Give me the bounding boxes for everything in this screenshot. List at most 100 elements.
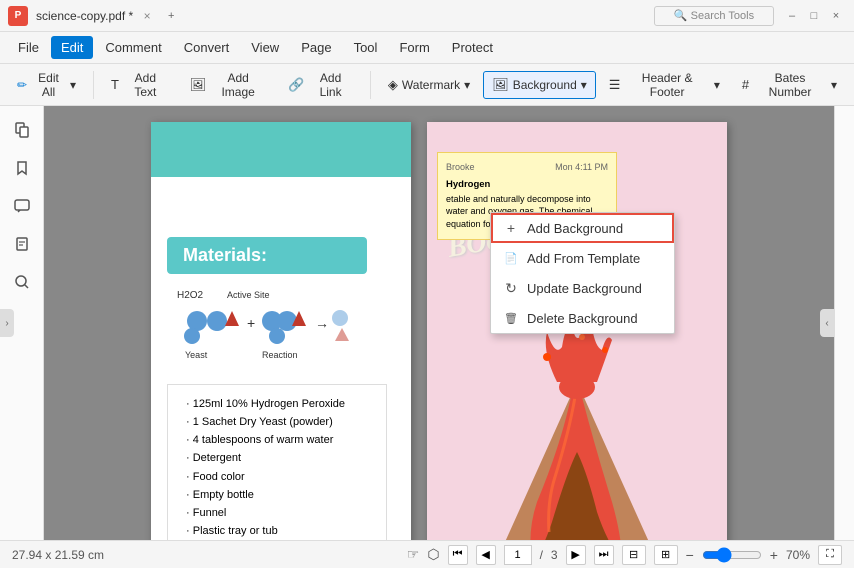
left-sidebar: › bbox=[0, 106, 44, 540]
divider-2 bbox=[370, 71, 371, 99]
svg-text:H2O2: H2O2 bbox=[177, 290, 204, 301]
edit-all-button[interactable]: ✏ Edit All ▾ bbox=[8, 65, 85, 105]
edit-icon: ✏ bbox=[17, 78, 27, 92]
header-icon: ☰ bbox=[609, 77, 621, 93]
yeast-diagram: H2O2 Active Site + bbox=[167, 286, 347, 376]
edit-all-label: Edit All bbox=[31, 71, 66, 99]
menu-form[interactable]: Form bbox=[389, 36, 439, 59]
add-background-icon: + bbox=[503, 220, 519, 236]
right-sidebar bbox=[834, 106, 854, 540]
comment-time: Mon 4:11 PM bbox=[555, 161, 608, 174]
comment-label: Hydrogen bbox=[446, 179, 490, 190]
image-icon: 🖼 bbox=[190, 77, 207, 93]
sidebar-item-bookmark[interactable] bbox=[6, 152, 38, 184]
bates-icon: # bbox=[742, 77, 749, 92]
add-link-button[interactable]: 🔗 Add Link bbox=[279, 65, 362, 105]
update-background-item[interactable]: ↻ Update Background bbox=[491, 273, 674, 303]
toolbar: ✏ Edit All ▾ T Add Text 🖼 Add Image 🔗 Ad… bbox=[0, 64, 854, 106]
last-page-button[interactable]: ⏭ bbox=[594, 545, 614, 565]
template-icon: 📄 bbox=[503, 250, 519, 266]
svg-text:→: → bbox=[315, 315, 329, 331]
zoom-in-button[interactable]: + bbox=[770, 547, 778, 563]
comment-header: Brooke Mon 4:11 PM bbox=[446, 161, 608, 174]
fit-page-button[interactable]: ⊟ bbox=[622, 545, 646, 565]
add-from-template-item[interactable]: 📄 Add From Template bbox=[491, 243, 674, 273]
menu-page[interactable]: Page bbox=[291, 36, 341, 59]
add-image-button[interactable]: 🖼 Add Image bbox=[181, 65, 275, 105]
link-icon: 🔗 bbox=[288, 77, 304, 93]
zoom-out-button[interactable]: − bbox=[686, 547, 694, 563]
sidebar-expand-arrow[interactable]: › bbox=[0, 309, 14, 337]
menu-protect[interactable]: Protect bbox=[442, 36, 503, 59]
sidebar-item-search[interactable] bbox=[6, 266, 38, 298]
update-background-label: Update Background bbox=[527, 281, 642, 296]
delete-icon: 🗑 bbox=[503, 310, 519, 326]
watermark-button[interactable]: ◈ Watermark ▾ bbox=[379, 71, 479, 99]
status-bar: 27.94 x 21.59 cm ☞ ⬡ ⏮ ◀ / 3 ▶ ⏭ ⊟ ⊞ − +… bbox=[0, 540, 854, 568]
page-dimensions: 27.94 x 21.59 cm bbox=[12, 548, 104, 562]
bates-label: Bates Number bbox=[753, 71, 827, 99]
minimize-button[interactable]: – bbox=[782, 6, 802, 26]
svg-text:+: + bbox=[247, 315, 255, 331]
delete-background-label: Delete Background bbox=[527, 311, 638, 326]
delete-background-item[interactable]: 🗑 Delete Background bbox=[491, 303, 674, 333]
search-tools-area: 🔍 Search Tools bbox=[654, 6, 774, 26]
pages-container: Materials: H2O2 Active Site bbox=[44, 106, 834, 540]
sidebar-item-comment[interactable] bbox=[6, 190, 38, 222]
materials-header: Materials: bbox=[167, 237, 367, 274]
divider-1 bbox=[93, 71, 94, 99]
add-background-label: Add Background bbox=[527, 221, 623, 236]
background-label: Background bbox=[513, 78, 577, 92]
close-window-button[interactable]: × bbox=[826, 6, 846, 26]
sidebar-item-pages[interactable] bbox=[6, 114, 38, 146]
bates-number-button[interactable]: # Bates Number ▾ bbox=[733, 65, 846, 105]
first-page-button[interactable]: ⏮ bbox=[448, 545, 468, 565]
prev-page-button[interactable]: ◀ bbox=[476, 545, 496, 565]
edit-all-arrow: ▾ bbox=[70, 78, 76, 92]
select-icon[interactable]: ⬡ bbox=[427, 546, 439, 563]
total-pages: 3 bbox=[551, 548, 558, 562]
svg-text:Yeast: Yeast bbox=[185, 350, 208, 360]
current-page-input[interactable] bbox=[504, 545, 532, 565]
menu-bar: File Edit Comment Convert View Page Tool… bbox=[0, 32, 854, 64]
watermark-icon: ◈ bbox=[388, 77, 398, 93]
menu-convert[interactable]: Convert bbox=[174, 36, 240, 59]
right-panel-expand-arrow[interactable]: ‹ bbox=[820, 309, 834, 337]
main-area: › Materials: H2O2 Active Site bbox=[0, 106, 854, 540]
cursor-icon[interactable]: ☞ bbox=[407, 546, 420, 563]
fullscreen-button[interactable]: ⛶ bbox=[818, 545, 842, 565]
pdf-page-left: Materials: H2O2 Active Site bbox=[151, 122, 411, 540]
background-button[interactable]: 🖼 Background ▾ bbox=[483, 71, 596, 99]
menu-file[interactable]: File bbox=[8, 36, 49, 59]
watermark-arrow: ▾ bbox=[464, 78, 470, 92]
app-icon: P bbox=[8, 6, 28, 26]
pdf-area: Materials: H2O2 Active Site bbox=[44, 106, 834, 540]
title-bar: P science-copy.pdf * × + 🔍 Search Tools … bbox=[0, 0, 854, 32]
next-page-button[interactable]: ▶ bbox=[566, 545, 586, 565]
header-footer-button[interactable]: ☰ Header & Footer ▾ bbox=[600, 65, 729, 105]
text-icon: T bbox=[111, 77, 119, 92]
menu-tool[interactable]: Tool bbox=[344, 36, 388, 59]
menu-edit[interactable]: Edit bbox=[51, 36, 93, 59]
zoom-level: 70% bbox=[786, 548, 810, 562]
zoom-slider[interactable] bbox=[702, 547, 762, 563]
material-item: 4 tablespoons of warm water bbox=[182, 431, 372, 449]
fit-width-button[interactable]: ⊞ bbox=[654, 545, 678, 565]
add-from-template-label: Add From Template bbox=[527, 251, 640, 266]
material-item: 125ml 10% Hydrogen Peroxide bbox=[182, 395, 372, 413]
materials-list: 125ml 10% Hydrogen Peroxide1 Sachet Dry … bbox=[167, 384, 387, 540]
add-link-label: Add Link bbox=[308, 71, 353, 99]
maximize-button[interactable]: □ bbox=[804, 6, 824, 26]
background-icon: 🖼 bbox=[492, 77, 509, 93]
add-background-item[interactable]: + Add Background bbox=[491, 213, 674, 243]
menu-view[interactable]: View bbox=[241, 36, 289, 59]
add-text-button[interactable]: T Add Text bbox=[102, 65, 177, 105]
sidebar-item-attachment[interactable] bbox=[6, 228, 38, 260]
new-tab-button[interactable]: + bbox=[161, 6, 181, 26]
header-footer-label: Header & Footer bbox=[624, 71, 709, 99]
bates-arrow: ▾ bbox=[831, 78, 837, 92]
update-icon: ↻ bbox=[503, 280, 519, 296]
menu-comment[interactable]: Comment bbox=[95, 36, 171, 59]
comment-user: Brooke bbox=[446, 161, 475, 174]
close-tab-button[interactable]: × bbox=[137, 6, 157, 26]
